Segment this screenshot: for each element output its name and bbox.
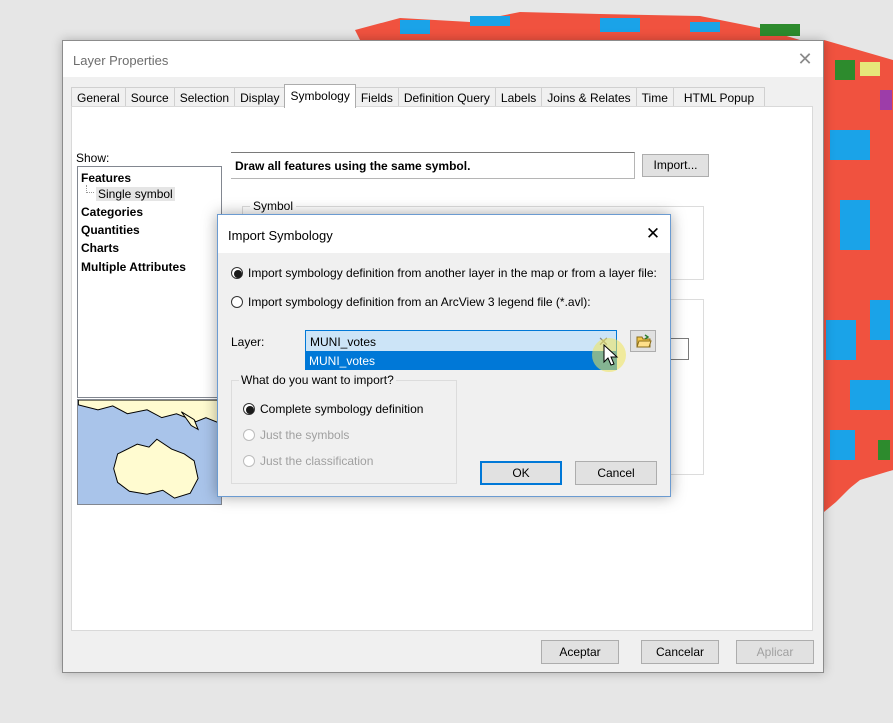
- close-icon[interactable]: ✕: [641, 222, 665, 246]
- accept-button[interactable]: Aceptar: [541, 640, 619, 664]
- window-title: Layer Properties: [73, 53, 169, 68]
- tree-item-multiple-attributes[interactable]: Multiple Attributes: [81, 260, 186, 274]
- tree-connector: [86, 185, 94, 193]
- tab-time[interactable]: Time: [635, 87, 674, 108]
- preview-map-image: [77, 399, 222, 505]
- option-layer-source-label[interactable]: Import symbology definition from another…: [248, 266, 657, 280]
- radio-just-classification[interactable]: [243, 455, 255, 467]
- tree-item-single-symbol[interactable]: Single symbol: [96, 187, 175, 201]
- tab-selection[interactable]: Selection: [173, 87, 236, 108]
- mouse-pointer-icon: [603, 344, 619, 366]
- renderer-tree: Features Single symbol Categories Quanti…: [77, 166, 222, 398]
- tab-joins-relates[interactable]: Joins & Relates: [541, 87, 637, 108]
- dropdown-option-label: MUNI_votes: [309, 354, 376, 368]
- radio-avl-source[interactable]: [231, 296, 243, 308]
- symbol-group-label: Symbol: [250, 199, 297, 213]
- ok-button[interactable]: OK: [480, 461, 562, 485]
- dialog-title: Import Symbology: [228, 228, 333, 243]
- option-just-symbols-label[interactable]: Just the symbols: [260, 428, 349, 442]
- tab-source[interactable]: Source: [124, 87, 175, 108]
- dropdown-option[interactable]: MUNI_votes: [305, 352, 617, 370]
- option-avl-source-label[interactable]: Import symbology definition from an ArcV…: [248, 295, 591, 309]
- description-field: Draw all features using the same symbol.: [231, 152, 635, 179]
- radio-just-symbols[interactable]: [243, 429, 255, 441]
- tree-item-charts[interactable]: Charts: [81, 241, 119, 255]
- dialog-title-bar: Import Symbology ✕: [218, 215, 670, 253]
- tab-strip: General Source Selection Display Symbolo…: [71, 84, 766, 108]
- tree-item-quantities[interactable]: Quantities: [81, 223, 140, 237]
- tab-fields[interactable]: Fields: [354, 87, 399, 108]
- tab-symbology[interactable]: Symbology: [284, 84, 356, 108]
- layer-dropdown[interactable]: MUNI_votes ✕: [305, 330, 617, 352]
- show-label: Show:: [76, 151, 110, 165]
- layer-dropdown-value: MUNI_votes: [310, 335, 377, 349]
- import-button[interactable]: Import...: [642, 154, 709, 177]
- description-text: Draw all features using the same symbol.: [235, 159, 471, 173]
- tree-item-categories[interactable]: Categories: [81, 205, 143, 219]
- cancel-button[interactable]: Cancelar: [641, 640, 719, 664]
- browse-button[interactable]: [630, 330, 656, 352]
- title-bar: Layer Properties ✕: [63, 41, 823, 77]
- label-field[interactable]: [669, 338, 689, 360]
- tab-labels[interactable]: Labels: [494, 87, 543, 108]
- tab-display[interactable]: Display: [234, 87, 286, 108]
- close-icon[interactable]: ✕: [793, 47, 817, 71]
- layer-label: Layer:: [231, 335, 265, 349]
- folder-open-icon: [636, 334, 652, 348]
- tree-item-features[interactable]: Features: [81, 171, 131, 185]
- apply-button[interactable]: Aplicar: [736, 640, 814, 664]
- tab-general[interactable]: General: [71, 87, 126, 108]
- dialog-cancel-button[interactable]: Cancel: [575, 461, 657, 485]
- radio-layer-source[interactable]: [231, 267, 243, 279]
- tab-definition-query[interactable]: Definition Query: [397, 87, 496, 108]
- import-what-label: What do you want to import?: [239, 373, 396, 387]
- radio-complete-definition[interactable]: [243, 403, 255, 415]
- tab-html-popup[interactable]: HTML Popup: [672, 87, 766, 108]
- option-complete-definition-label[interactable]: Complete symbology definition: [260, 402, 423, 416]
- option-just-classification-label[interactable]: Just the classification: [260, 454, 373, 468]
